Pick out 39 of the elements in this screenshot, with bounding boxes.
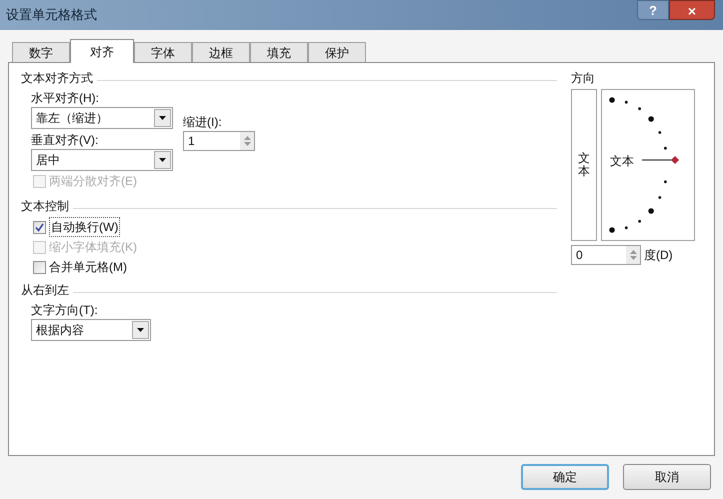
vertical-text-button[interactable]: 文本	[571, 89, 597, 241]
section-heading: 文本控制	[21, 198, 69, 215]
dial-text: 文本	[610, 153, 634, 170]
field-label: 缩进(I):	[183, 114, 222, 131]
vertical-alignment-dropdown[interactable]: 居中	[31, 149, 173, 171]
field-label: 度(D)	[644, 247, 673, 264]
checkbox[interactable]	[33, 260, 46, 274]
checkbox-label: 缩小字体填充(K)	[49, 239, 137, 256]
close-button[interactable]: ×	[669, 0, 715, 20]
tab[interactable]: 数字	[12, 42, 70, 62]
combo-value: 根据内容	[36, 322, 84, 339]
text-direction-dropdown[interactable]: 根据内容	[31, 319, 151, 341]
section-heading: 文本对齐方式	[21, 70, 93, 87]
degrees-spinner[interactable]: 0	[571, 245, 641, 265]
tab[interactable]: 填充	[250, 42, 308, 62]
dialog-button[interactable]: 取消	[623, 464, 711, 490]
checkbox[interactable]	[33, 220, 46, 234]
checkbox-label: 自动换行(W)	[49, 217, 120, 237]
tab[interactable]: 边框	[192, 42, 250, 62]
window-title: 设置单元格格式	[6, 6, 97, 24]
checkbox-label: 合并单元格(M)	[49, 259, 127, 276]
combo-value: 靠左（缩进）	[36, 110, 108, 127]
horizontal-alignment-dropdown[interactable]: 靠左（缩进）	[31, 107, 173, 129]
tab[interactable]: 对齐	[70, 39, 134, 63]
field-label: 文字方向(T):	[31, 302, 98, 319]
field-label: 垂直对齐(V):	[31, 132, 98, 149]
indent-spinner[interactable]: 1	[183, 131, 255, 151]
combo-value: 居中	[36, 152, 60, 169]
tab[interactable]: 保护	[308, 42, 366, 62]
dialog-button[interactable]: 确定	[521, 464, 609, 490]
field-label: 水平对齐(H):	[31, 90, 99, 107]
section-heading: 方向	[571, 70, 595, 87]
tab[interactable]: 字体	[134, 42, 192, 62]
section-heading: 从右到左	[21, 282, 69, 299]
orientation-pointer-icon[interactable]	[642, 155, 680, 165]
orientation-dial[interactable]: 文本	[601, 89, 695, 241]
checkbox-label: 两端分散对齐(E)	[49, 173, 137, 190]
spinner-value: 1	[188, 133, 195, 150]
spinner-value: 0	[576, 247, 583, 264]
